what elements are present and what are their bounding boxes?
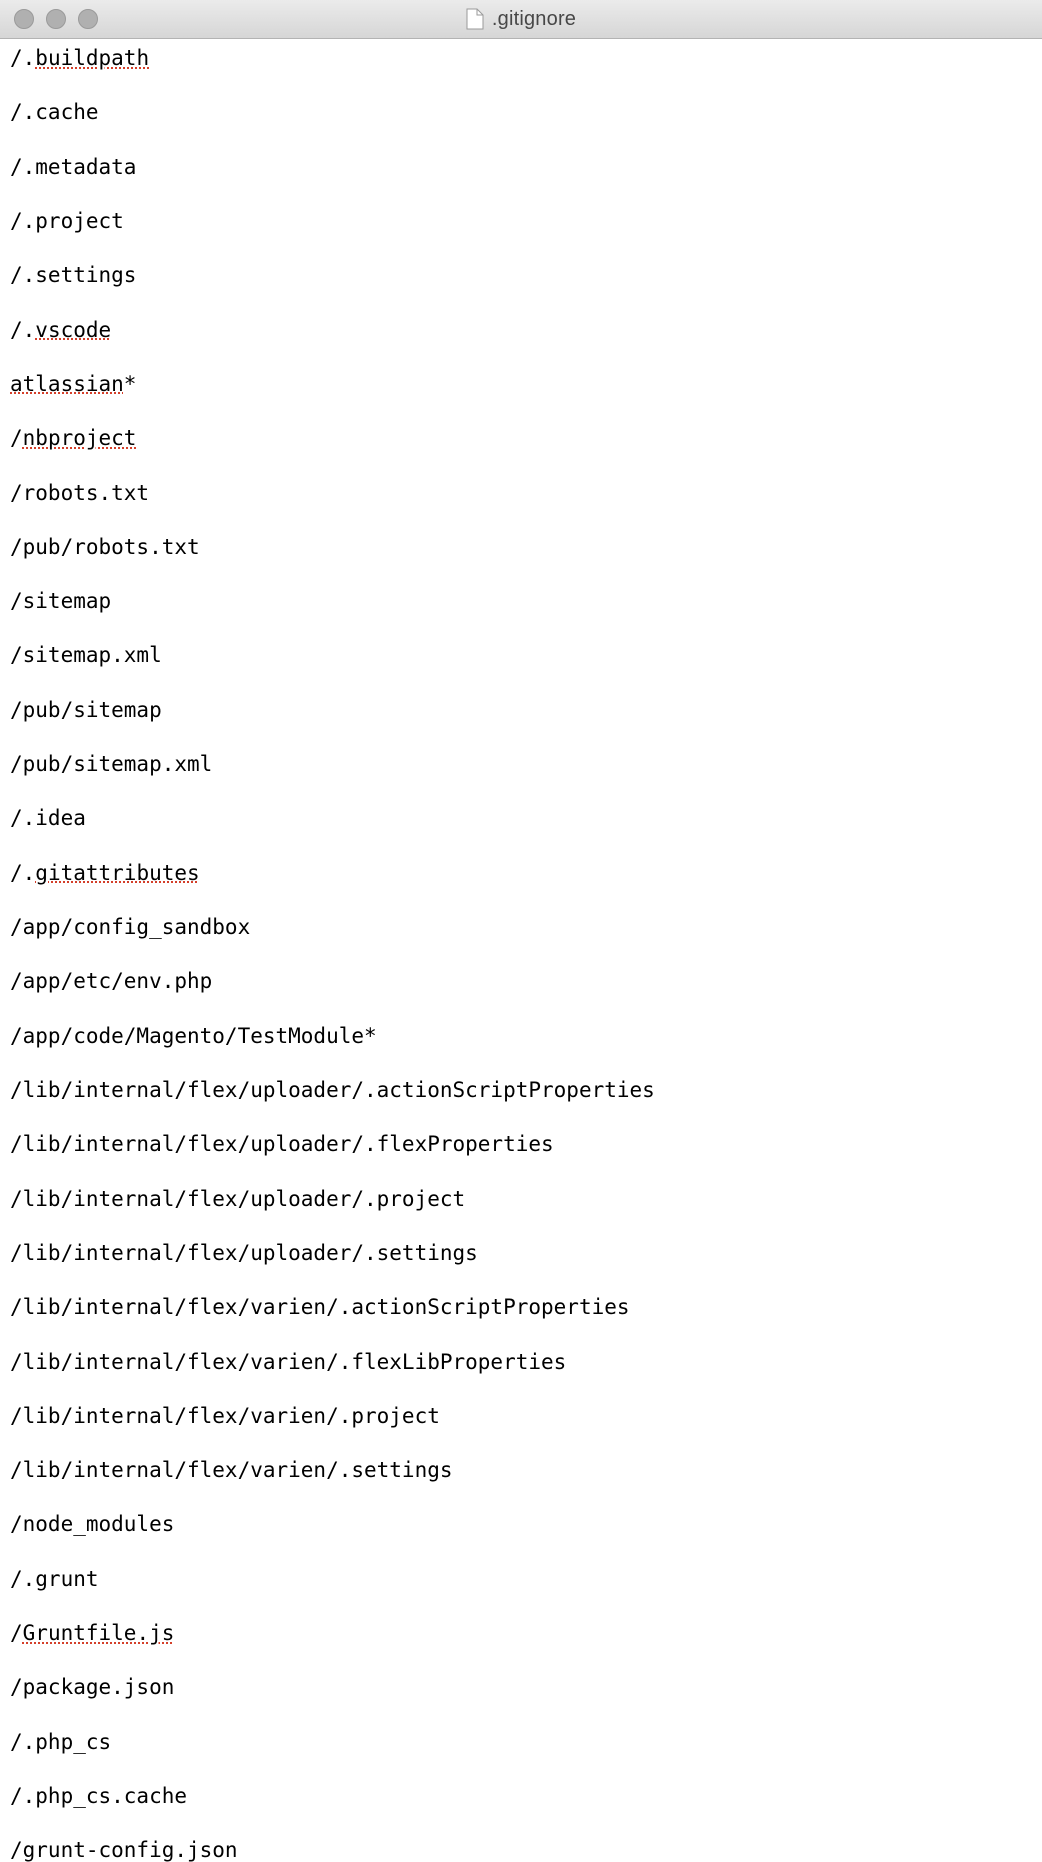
editor-line[interactable]: /lib/internal/flex/uploader/.actionScrip… [10, 1077, 1032, 1104]
editor-line[interactable]: /pub/sitemap [10, 697, 1032, 724]
editor-line[interactable]: /.idea [10, 805, 1032, 832]
editor-line[interactable]: /app/config_sandbox [10, 914, 1032, 941]
editor-line[interactable]: /lib/internal/flex/uploader/.flexPropert… [10, 1131, 1032, 1158]
editor-line[interactable]: /.project [10, 208, 1032, 235]
window-titlebar[interactable]: .gitignore [0, 0, 1042, 39]
editor-line[interactable]: /lib/internal/flex/varien/.flexLibProper… [10, 1349, 1032, 1376]
traffic-lights [14, 9, 98, 29]
editor-line[interactable]: /lib/internal/flex/varien/.project [10, 1403, 1032, 1430]
editor-line[interactable]: /robots.txt [10, 480, 1032, 507]
editor-line[interactable]: /lib/internal/flex/uploader/.settings [10, 1240, 1032, 1267]
text-editor-area[interactable]: /.buildpath /.cache /.metadata /.project… [0, 39, 1042, 1862]
window-title-text: .gitignore [492, 8, 576, 31]
editor-line[interactable]: /.gitattributes [10, 860, 1032, 887]
editor-line[interactable]: atlassian* [10, 371, 1032, 398]
editor-line[interactable]: /lib/internal/flex/uploader/.project [10, 1186, 1032, 1213]
editor-line[interactable]: /node_modules [10, 1511, 1032, 1538]
editor-line[interactable]: /.vscode [10, 317, 1032, 344]
editor-line[interactable]: /lib/internal/flex/varien/.settings [10, 1457, 1032, 1484]
editor-line[interactable]: /.settings [10, 262, 1032, 289]
editor-line[interactable]: /nbproject [10, 425, 1032, 452]
editor-line[interactable]: /pub/robots.txt [10, 534, 1032, 561]
editor-line[interactable]: /.php_cs [10, 1729, 1032, 1756]
minimize-button[interactable] [46, 9, 66, 29]
editor-line[interactable]: /.buildpath [10, 45, 1032, 72]
editor-line[interactable]: /Gruntfile.js [10, 1620, 1032, 1647]
editor-line[interactable]: /grunt-config.json [10, 1837, 1032, 1862]
editor-line[interactable]: /.cache [10, 99, 1032, 126]
editor-line[interactable]: /.grunt [10, 1566, 1032, 1593]
editor-line[interactable]: /app/code/Magento/TestModule* [10, 1023, 1032, 1050]
editor-line[interactable]: /sitemap [10, 588, 1032, 615]
editor-line[interactable]: /pub/sitemap.xml [10, 751, 1032, 778]
document-icon [466, 8, 484, 30]
editor-line[interactable]: /.php_cs.cache [10, 1783, 1032, 1810]
editor-line[interactable]: /.metadata [10, 154, 1032, 181]
window-title: .gitignore [0, 8, 1042, 31]
editor-line[interactable]: /package.json [10, 1674, 1032, 1701]
editor-line[interactable]: /lib/internal/flex/varien/.actionScriptP… [10, 1294, 1032, 1321]
editor-line[interactable]: /sitemap.xml [10, 642, 1032, 669]
editor-window: .gitignore /.buildpath /.cache /.metadat… [0, 0, 1042, 1862]
zoom-button[interactable] [78, 9, 98, 29]
close-button[interactable] [14, 9, 34, 29]
editor-line[interactable]: /app/etc/env.php [10, 968, 1032, 995]
